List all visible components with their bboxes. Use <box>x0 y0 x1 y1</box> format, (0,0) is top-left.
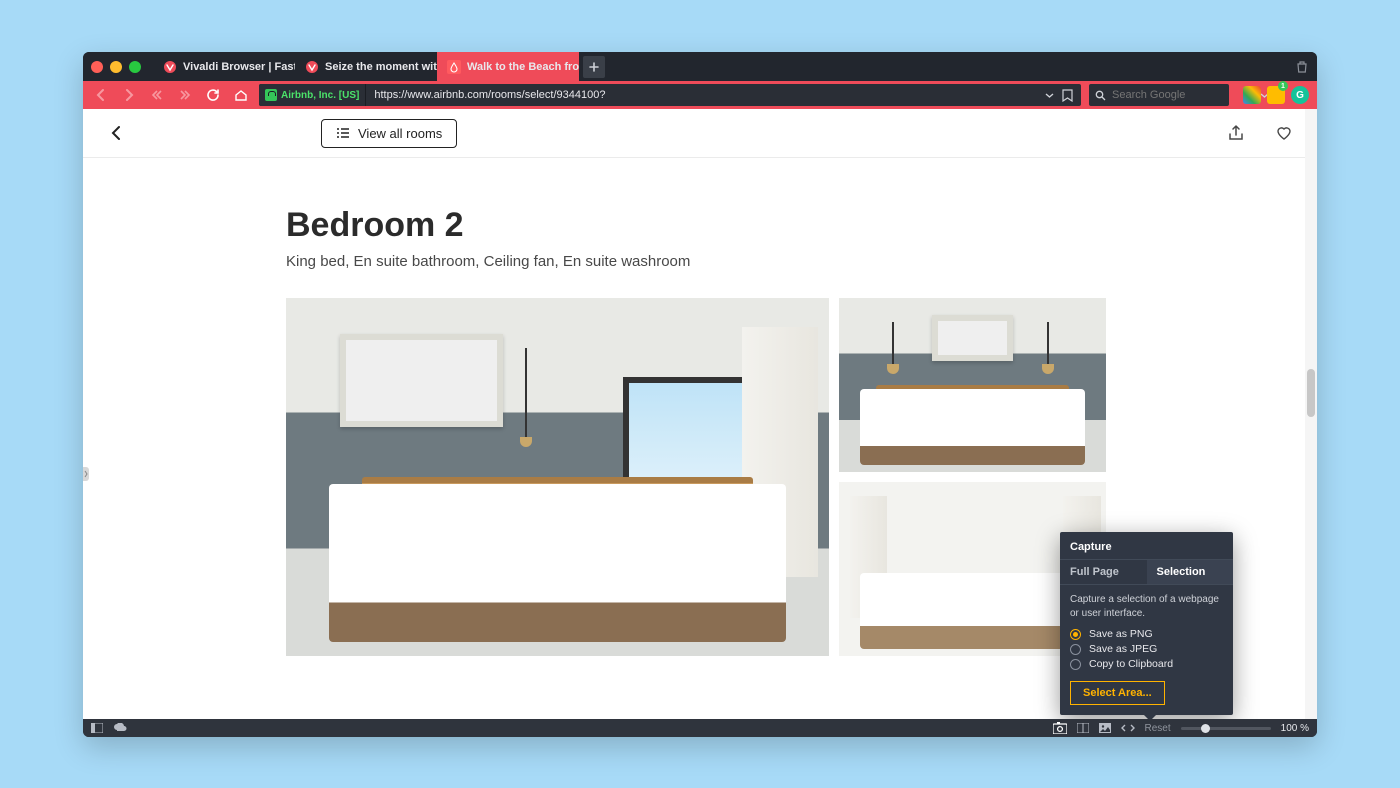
capture-tab-fullpage[interactable]: Full Page <box>1060 560 1147 584</box>
trash-icon[interactable] <box>1295 60 1309 74</box>
titlebar: Vivaldi Browser | Fast & Flexib Seize th… <box>83 52 1317 81</box>
forward-button[interactable] <box>119 85 139 105</box>
browser-window: Vivaldi Browser | Fast & Flexib Seize th… <box>83 52 1317 737</box>
tab-strip: Vivaldi Browser | Fast & Flexib Seize th… <box>153 52 605 81</box>
capture-option-clipboard[interactable]: Copy to Clipboard <box>1070 658 1223 670</box>
tile-icon[interactable] <box>1077 723 1089 733</box>
capture-tab-selection[interactable]: Selection <box>1147 560 1234 584</box>
home-button[interactable] <box>231 85 251 105</box>
save-heart-button[interactable] <box>1275 124 1293 142</box>
reset-zoom-button[interactable]: Reset <box>1145 723 1171 734</box>
capture-tabs: Full Page Selection <box>1060 559 1233 585</box>
capture-description: Capture a selection of a webpage or user… <box>1070 593 1223 620</box>
page-actions-icon[interactable] <box>1121 723 1135 733</box>
minimize-window-button[interactable] <box>110 61 122 73</box>
panel-toggle[interactable] <box>83 467 89 481</box>
capture-icon[interactable] <box>1053 722 1067 734</box>
tab-vivaldi[interactable]: Vivaldi Browser | Fast & Flexib <box>153 52 295 81</box>
capture-option-png[interactable]: Save as PNG <box>1070 628 1223 640</box>
page-title: Bedroom 2 <box>286 206 1317 245</box>
search-field[interactable] <box>1089 84 1229 106</box>
sync-icon[interactable] <box>113 723 127 733</box>
tab-label: Walk to the Beach from Enter <box>467 61 579 73</box>
zoom-window-button[interactable] <box>129 61 141 73</box>
capture-title: Capture <box>1060 532 1233 559</box>
vivaldi-icon <box>163 60 177 74</box>
list-icon <box>336 126 350 140</box>
chevron-down-icon[interactable] <box>1045 91 1054 100</box>
zoom-slider-thumb[interactable] <box>1201 724 1210 733</box>
site-identity[interactable]: Airbnb, Inc. [US] <box>259 84 366 106</box>
bookmark-icon[interactable] <box>1062 89 1073 102</box>
main-photo[interactable] <box>286 298 829 656</box>
grammarly-extension[interactable]: G <box>1291 86 1309 104</box>
page-back-button[interactable] <box>107 124 125 142</box>
rewind-button[interactable] <box>147 85 167 105</box>
airbnb-icon <box>447 60 461 74</box>
fast-forward-button[interactable] <box>175 85 195 105</box>
tab-airbnb[interactable]: Walk to the Beach from Enter <box>437 52 579 81</box>
page-header: View all rooms <box>83 109 1317 158</box>
zoom-slider[interactable] <box>1181 727 1271 730</box>
share-button[interactable] <box>1227 124 1245 142</box>
vivaldi-icon <box>305 60 319 74</box>
tab-label: Seize the moment with Vivald <box>325 61 437 73</box>
extensions: 1 G <box>1243 86 1309 104</box>
radio-icon <box>1070 659 1081 670</box>
ev-certificate-label: Airbnb, Inc. [US] <box>281 90 359 101</box>
zoom-level: 100 % <box>1281 723 1309 734</box>
capture-option-jpeg[interactable]: Save as JPEG <box>1070 643 1223 655</box>
extension-badge[interactable]: 1 <box>1267 86 1285 104</box>
window-controls <box>91 61 141 73</box>
vertical-scrollbar[interactable] <box>1305 109 1317 719</box>
address-bar[interactable]: Airbnb, Inc. [US] https://www.airbnb.com… <box>259 84 1081 106</box>
view-all-rooms-button[interactable]: View all rooms <box>321 119 457 148</box>
tab-seize[interactable]: Seize the moment with Vivald <box>295 52 437 81</box>
close-window-button[interactable] <box>91 61 103 73</box>
select-area-button[interactable]: Select Area... <box>1070 681 1165 705</box>
capture-popup: Capture Full Page Selection Capture a se… <box>1060 532 1233 715</box>
image-toggle-icon[interactable] <box>1099 723 1111 733</box>
scrollbar-thumb[interactable] <box>1307 369 1315 417</box>
search-engine-icon[interactable] <box>1095 90 1106 101</box>
back-button[interactable] <box>91 85 111 105</box>
notification-badge: 1 <box>1278 81 1288 91</box>
new-tab-button[interactable] <box>583 56 605 78</box>
google-translate-extension[interactable] <box>1243 86 1261 104</box>
page-subtitle: King bed, En suite bathroom, Ceiling fan… <box>286 253 1317 270</box>
url-text: https://www.airbnb.com/rooms/select/9344… <box>366 89 1037 101</box>
lock-icon <box>265 89 277 101</box>
search-input[interactable] <box>1112 89 1254 101</box>
view-all-rooms-label: View all rooms <box>358 126 442 141</box>
address-toolbar: Airbnb, Inc. [US] https://www.airbnb.com… <box>83 81 1317 109</box>
thumbnail-photo[interactable] <box>839 298 1106 472</box>
panel-toggle-icon[interactable] <box>91 723 103 733</box>
radio-icon <box>1070 644 1081 655</box>
reload-button[interactable] <box>203 85 223 105</box>
radio-icon <box>1070 629 1081 640</box>
status-bar: Reset 100 % <box>83 719 1317 737</box>
tab-label: Vivaldi Browser | Fast & Flexib <box>183 61 295 73</box>
